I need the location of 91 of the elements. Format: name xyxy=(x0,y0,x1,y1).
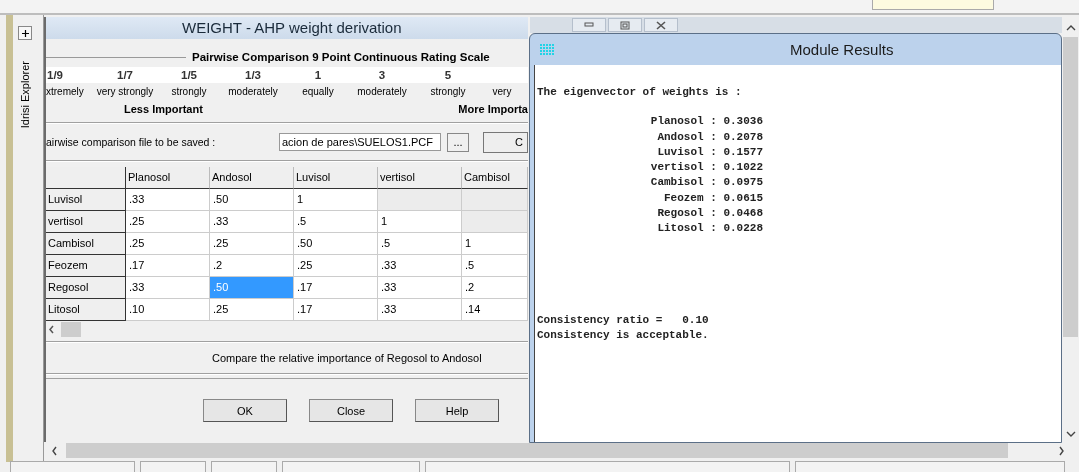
table-cell[interactable]: .33 xyxy=(126,189,210,211)
table-cell[interactable] xyxy=(378,189,462,211)
dialog-button[interactable]: Close xyxy=(309,399,393,422)
scale-label: very strongly xyxy=(95,85,155,97)
weight-line: Andosol : 0.2078 xyxy=(657,129,763,145)
weight-line: Planosol : 0.3036 xyxy=(650,114,763,130)
browse-button[interactable]: ... xyxy=(447,132,469,152)
window-title: WEIGHT - AHP weight derivation xyxy=(46,17,528,39)
table-cell[interactable]: .10 xyxy=(126,299,210,321)
toolbar-field[interactable] xyxy=(872,0,994,10)
table-cell[interactable]: .33 xyxy=(378,255,462,277)
restore-icon xyxy=(620,20,630,30)
table-cell[interactable]: .5 xyxy=(462,255,528,277)
table-cell[interactable] xyxy=(462,211,528,233)
scroll-thumb[interactable] xyxy=(61,322,81,337)
row-header: Cambisol xyxy=(46,233,126,255)
scale-label: strongly xyxy=(429,85,467,97)
table-cell[interactable]: .25 xyxy=(126,211,210,233)
scale-label: equally xyxy=(301,85,335,97)
row-header: Luvisol xyxy=(46,189,126,211)
weight-line: Cambisol : 0.0975 xyxy=(650,175,763,191)
row-header: vertisol xyxy=(46,211,126,233)
results-heading: The eigenvector of weights is : xyxy=(537,85,743,100)
scale-value: 1/9 xyxy=(46,69,64,81)
scale-value: 5 xyxy=(443,69,453,81)
scale-value: 1/3 xyxy=(244,69,262,81)
scale-value: 1/7 xyxy=(116,69,134,81)
more-important-label: More Importa xyxy=(458,103,528,115)
scale-title: Pairwise Comparison 9 Point Continuous Rating Scale xyxy=(192,51,490,63)
scale-label: strongly xyxy=(170,85,208,97)
scale-value: 3 xyxy=(377,69,387,81)
plus-icon xyxy=(20,28,30,38)
close-icon xyxy=(656,20,666,30)
minimize-icon xyxy=(584,22,594,28)
table-cell[interactable]: .33 xyxy=(378,299,462,321)
table-cell[interactable]: .33 xyxy=(378,277,462,299)
file-name-field[interactable]: acion de pares\SUELOS1.PCF xyxy=(279,133,441,151)
column-header: vertisol xyxy=(378,167,462,189)
grid-icon xyxy=(540,44,556,58)
table-cell[interactable]: .5 xyxy=(294,211,378,233)
table-cell[interactable]: .17 xyxy=(294,299,378,321)
table-cell[interactable]: 1 xyxy=(294,189,378,211)
table-cell[interactable]: .33 xyxy=(126,277,210,299)
consistency-note: Consistency is acceptable. xyxy=(537,327,710,343)
row-header: Feozem xyxy=(46,255,126,277)
weight-line: Luvisol : 0.1577 xyxy=(657,144,763,160)
table-cell[interactable]: 1 xyxy=(462,233,528,255)
table-cell[interactable]: .25 xyxy=(126,233,210,255)
scale-label: very xyxy=(491,85,513,97)
table-cell[interactable]: .17 xyxy=(294,277,378,299)
prompt-text: Compare the relative importance of Regosol to Andosol xyxy=(211,351,483,366)
window-title: Module Results xyxy=(790,41,894,58)
scale-label: moderately xyxy=(227,85,279,97)
row-header: Regosol xyxy=(46,277,126,299)
close-button[interactable] xyxy=(644,18,678,32)
table-cell[interactable]: .25 xyxy=(210,233,294,255)
column-header: Luvisol xyxy=(294,167,378,189)
row-header: Litosol xyxy=(46,299,126,321)
scale-value: 1 xyxy=(313,69,323,81)
dialog-button[interactable]: OK xyxy=(203,399,287,422)
scale-value: 1/5 xyxy=(180,69,198,81)
column-header: Planosol xyxy=(126,167,210,189)
table-cell[interactable]: .50 xyxy=(210,189,294,211)
file-label: airwise comparison file to be saved : xyxy=(46,136,217,148)
table-cell[interactable]: 1 xyxy=(378,211,462,233)
minimize-button[interactable] xyxy=(572,18,606,32)
weight-line: Litosol : 0.0228 xyxy=(657,221,763,237)
scroll-thumb[interactable] xyxy=(1063,37,1078,337)
sidebar-title[interactable]: Idrisi Explorer xyxy=(19,61,31,129)
expand-button[interactable] xyxy=(18,26,32,40)
table-cell[interactable]: .25 xyxy=(210,299,294,321)
weight-line: Regosol : 0.0468 xyxy=(657,206,763,222)
scale-label: xtremely xyxy=(46,85,85,97)
column-header: Cambisol xyxy=(462,167,528,189)
table-cell[interactable] xyxy=(462,189,528,211)
partial-button[interactable]: C xyxy=(483,131,528,153)
table-cell[interactable]: .2 xyxy=(210,255,294,277)
weight-line: vertisol : 0.1022 xyxy=(650,160,763,176)
table-cell[interactable]: .50 xyxy=(294,233,378,255)
table-cell[interactable]: .33 xyxy=(210,211,294,233)
table-cell[interactable]: .2 xyxy=(462,277,528,299)
less-important-label: Less Important xyxy=(124,103,203,115)
table-cell[interactable]: .17 xyxy=(126,255,210,277)
scale-label: moderately xyxy=(356,85,408,97)
dialog-button[interactable]: Help xyxy=(415,399,499,422)
table-cell[interactable]: .25 xyxy=(294,255,378,277)
consistency-ratio: Consistency ratio = 0.10 xyxy=(537,312,710,328)
weight-line: Feozem : 0.0615 xyxy=(663,190,763,206)
table-cell[interactable]: .14 xyxy=(462,299,528,321)
table-cell[interactable]: .5 xyxy=(378,233,462,255)
column-header: Andosol xyxy=(210,167,294,189)
